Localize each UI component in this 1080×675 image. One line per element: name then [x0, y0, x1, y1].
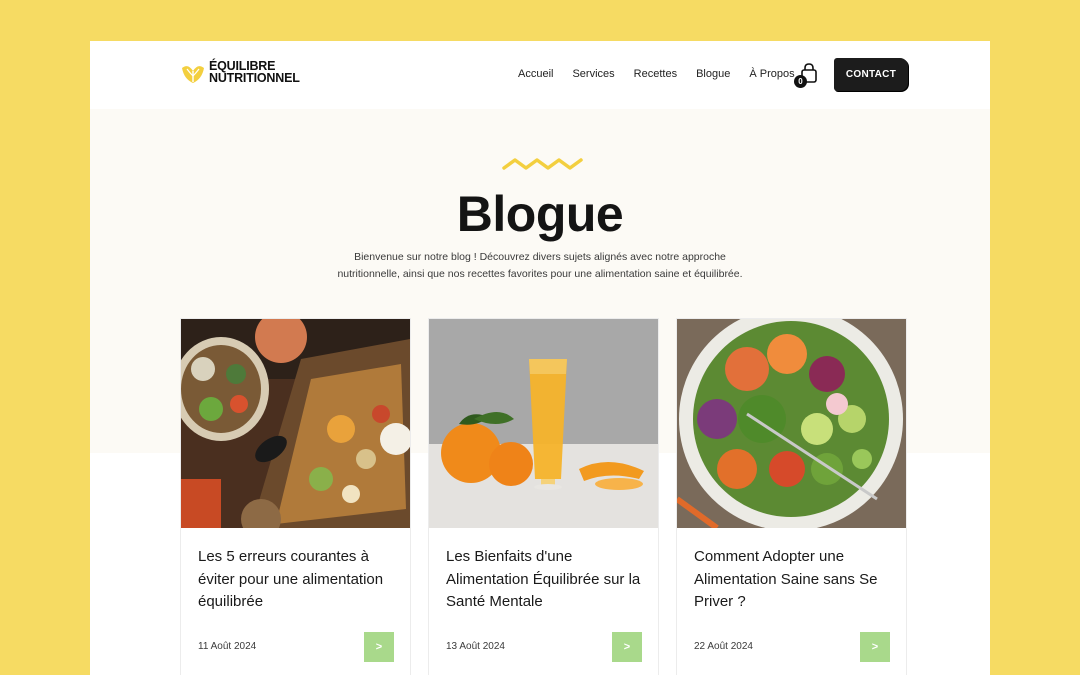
blog-card[interactable]: Comment Adopter une Alimentation Saine s…: [676, 318, 907, 675]
post-image-salad-bowl[interactable]: [677, 319, 906, 528]
nav-item-services[interactable]: Services: [572, 68, 614, 80]
blog-card[interactable]: Les Bienfaits d'une Alimentation Équilib…: [428, 318, 659, 675]
nav-item-recettes[interactable]: Recettes: [634, 68, 677, 80]
post-date: 11 Août 2024: [198, 641, 257, 652]
post-image-orange-juice[interactable]: [429, 319, 658, 528]
read-more-button[interactable]: >: [364, 632, 394, 662]
read-more-button[interactable]: >: [612, 632, 642, 662]
read-more-button[interactable]: >: [860, 632, 890, 662]
brand-line2: NUTRITIONNEL: [209, 71, 300, 85]
post-title[interactable]: Les 5 erreurs courantes à éviter pour un…: [198, 546, 398, 614]
site-frame: ÉQUILIBRE NUTRITIONNEL Accueil Services …: [90, 41, 990, 675]
nav-item-blogue[interactable]: Blogue: [696, 68, 730, 80]
brand-name: ÉQUILIBRE NUTRITIONNEL: [209, 60, 300, 85]
post-image-food-spread[interactable]: [181, 319, 410, 528]
site-header: ÉQUILIBRE NUTRITIONNEL Accueil Services …: [90, 41, 990, 109]
post-title[interactable]: Comment Adopter une Alimentation Saine s…: [694, 546, 894, 614]
nav-item-a-propos[interactable]: À Propos: [749, 68, 794, 80]
nav-item-accueil[interactable]: Accueil: [518, 68, 553, 80]
squiggle-decoration-icon: [502, 158, 583, 170]
post-title[interactable]: Les Bienfaits d'une Alimentation Équilib…: [446, 546, 646, 614]
main-nav: Accueil Services Recettes Blogue À Propo…: [518, 68, 814, 80]
brand-logo[interactable]: ÉQUILIBRE NUTRITIONNEL: [180, 59, 300, 85]
post-date: 22 Août 2024: [694, 641, 753, 652]
cart-button[interactable]: 0: [794, 63, 818, 89]
page-title: Blogue: [456, 186, 624, 242]
cart-count-badge: 0: [794, 75, 807, 88]
page-intro: Bienvenue sur notre blog ! Découvrez div…: [337, 251, 743, 280]
blog-card[interactable]: Les 5 erreurs courantes à éviter pour un…: [180, 318, 411, 675]
leaf-logo-icon: [182, 66, 204, 83]
contact-button[interactable]: CONTACT: [834, 58, 908, 91]
post-date: 13 Août 2024: [446, 641, 505, 652]
